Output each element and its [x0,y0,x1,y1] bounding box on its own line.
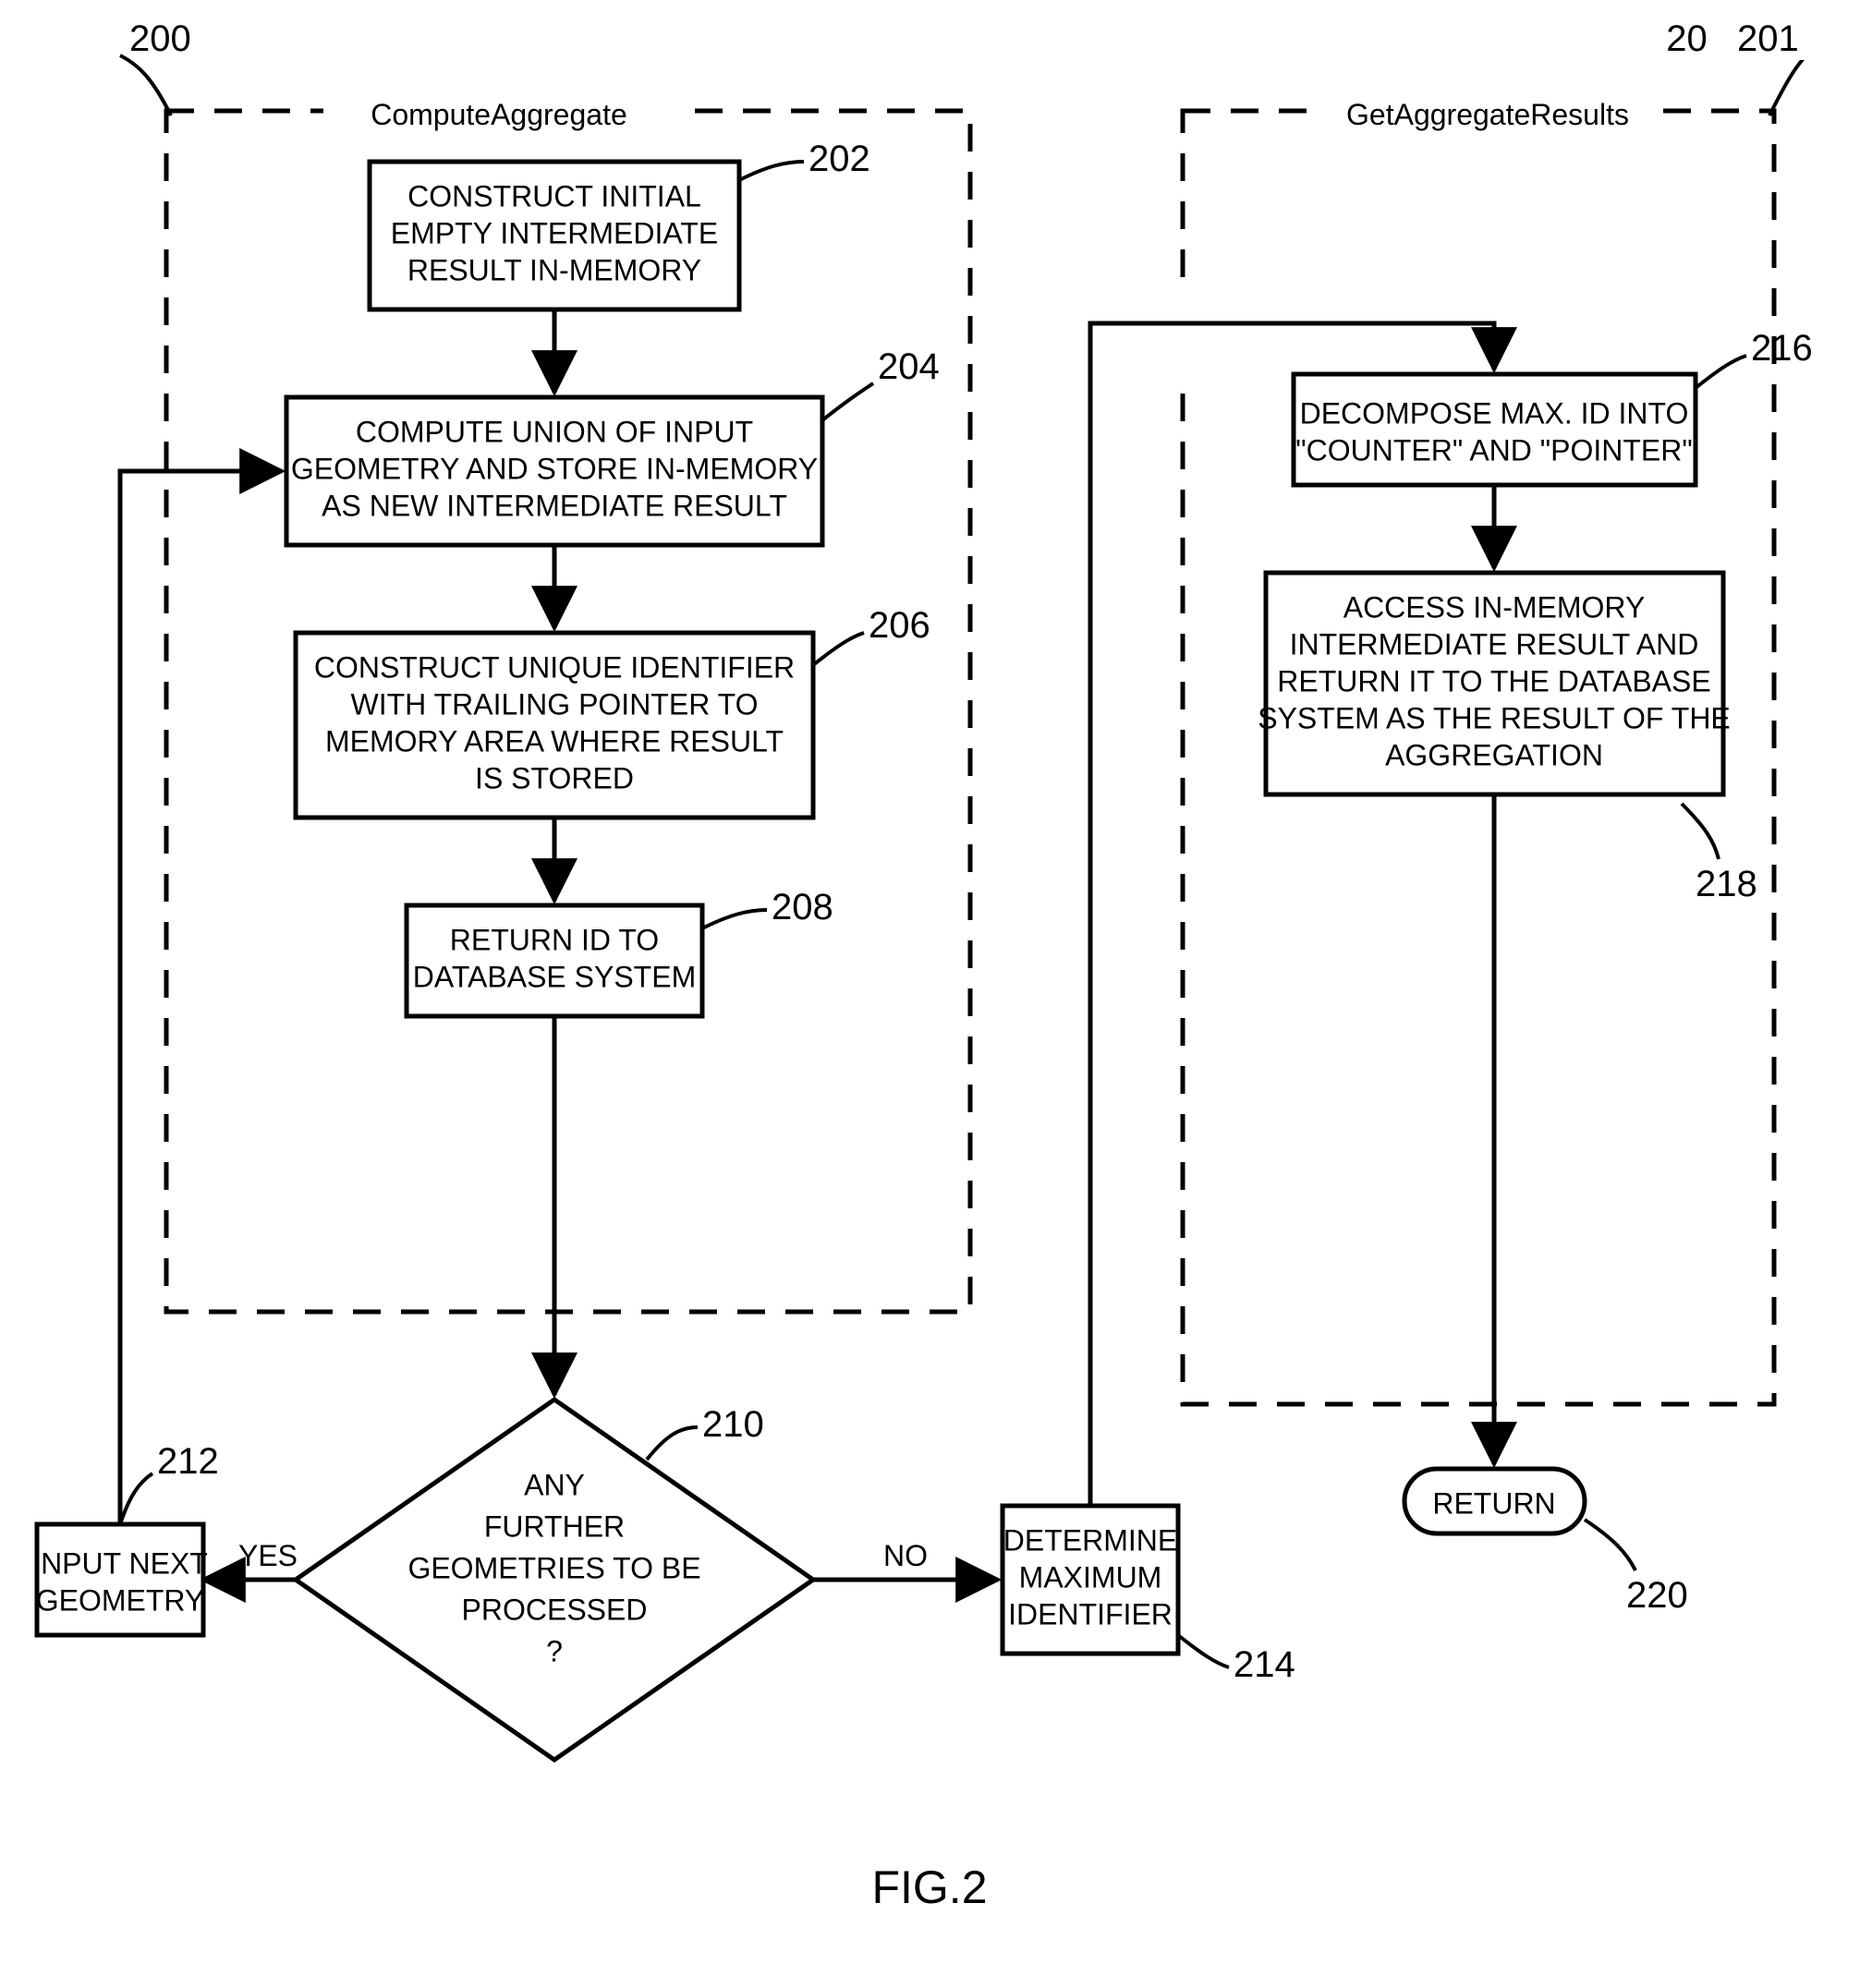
box-218-line5: AGGREGATION [1385,738,1603,771]
ref-208: 208 [772,887,833,927]
box-218-line4: SYSTEM AS THE RESULT OF THE [1258,701,1731,734]
box-218-line2: INTERMEDIATE RESULT AND [1290,627,1699,661]
box-216-line2: "COUNTER" AND "POINTER" [1295,433,1692,467]
ref-206: 206 [869,605,930,646]
ref-202: 202 [808,139,870,179]
ref-212: 212 [157,1441,219,1482]
terminal-return-text: RETURN [1432,1486,1555,1520]
ref-210: 210 [702,1404,764,1445]
ref-200: 200 [129,18,191,59]
ref-218: 218 [1696,864,1757,904]
box-218-line1: ACCESS IN-MEMORY [1343,590,1646,624]
ref-201b: 201 [1737,18,1799,59]
ref-204: 204 [878,346,940,387]
ref-220: 220 [1626,1575,1688,1616]
flowchart-overlay: DECOMPOSE MAX. ID INTO "COUNTER" AND "PO… [0,0,1860,1988]
box-218-line3: RETURN IT TO THE DATABASE [1277,664,1710,697]
ref-214: 214 [1234,1644,1295,1685]
ref-216: 216 [1751,328,1813,369]
figure-label: FIG.2 [871,1861,987,1913]
box-216-line1: DECOMPOSE MAX. ID INTO [1300,396,1689,430]
